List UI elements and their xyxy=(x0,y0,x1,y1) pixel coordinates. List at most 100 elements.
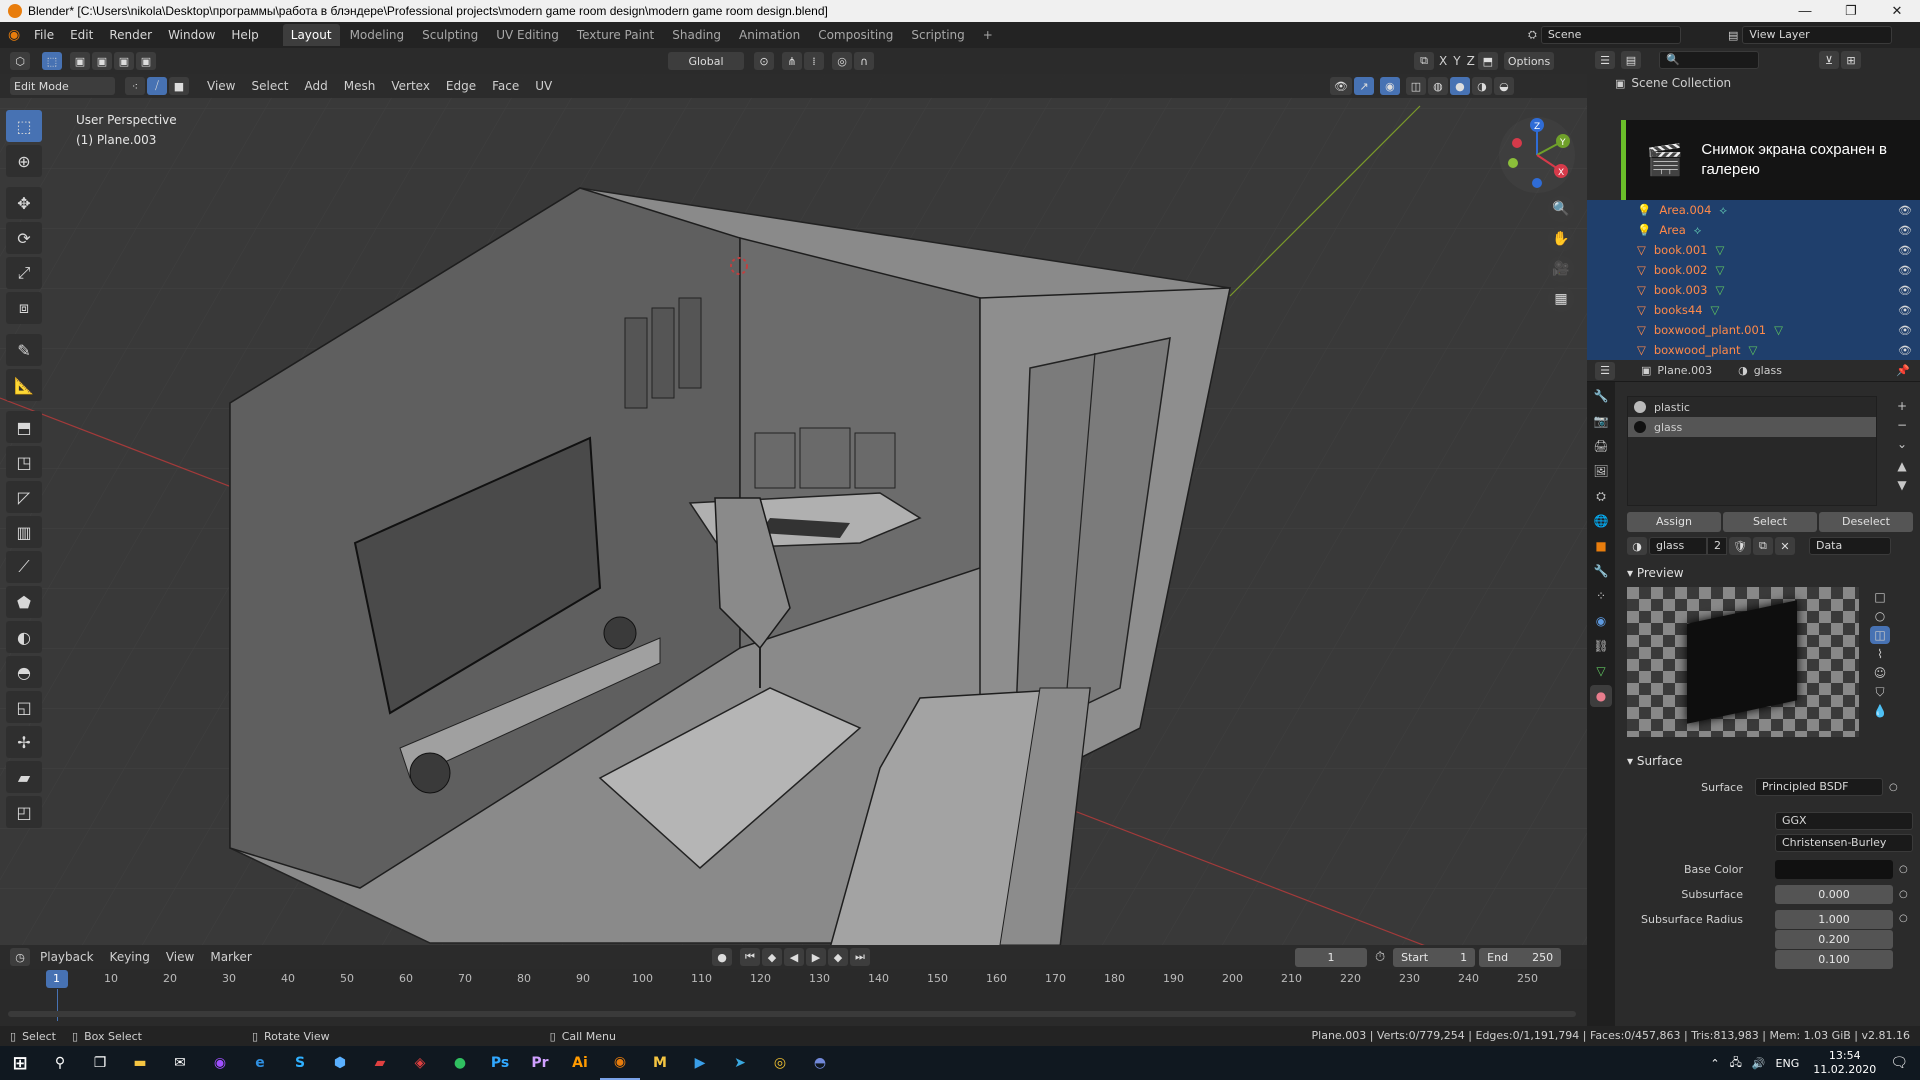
preview-section-header[interactable]: ▾ Preview xyxy=(1627,562,1684,584)
remove-slot-icon[interactable]: − xyxy=(1893,416,1911,434)
illustrator-icon[interactable]: Ai xyxy=(560,1046,600,1080)
wireframe-shading-icon[interactable]: ◍ xyxy=(1427,77,1448,95)
sketchup-icon[interactable]: S xyxy=(280,1046,320,1080)
object-tab-icon[interactable]: ■ xyxy=(1590,535,1612,557)
green-app-icon[interactable]: ● xyxy=(440,1046,480,1080)
add-slot-icon[interactable]: + xyxy=(1893,397,1911,415)
new-collection-icon[interactable]: ⊞ xyxy=(1841,51,1861,69)
eye-icon[interactable]: 👁 xyxy=(1898,264,1912,277)
scene-tab-icon[interactable]: ⛭ xyxy=(1590,485,1612,507)
tab-compositing[interactable]: Compositing xyxy=(810,24,901,46)
editor-type-icon[interactable]: ⬡ xyxy=(10,52,30,70)
language-indicator[interactable]: ENG xyxy=(1776,1057,1800,1070)
output-tab-icon[interactable]: 🖨 xyxy=(1590,435,1612,457)
eye-icon[interactable]: 👁 xyxy=(1898,304,1912,317)
outliner-item[interactable]: ▽ book.002 ▽ 👁 xyxy=(1587,260,1920,280)
transform-icon[interactable]: ⧈ xyxy=(6,292,42,324)
blender-menu-icon[interactable]: ◉ xyxy=(0,27,26,43)
rip-region-icon[interactable]: ◰ xyxy=(6,796,42,828)
tool-tab-icon[interactable]: 🔧 xyxy=(1590,385,1612,407)
outliner-panel[interactable]: ☰ ▤ 🔍 ⊻ ⊞ ▣ Scene Collection 🎬 Снимок эк… xyxy=(1587,48,1920,360)
options-dropdown[interactable]: Options xyxy=(1503,52,1555,70)
select-button[interactable]: Select xyxy=(1723,512,1817,532)
play-reverse-icon[interactable]: ◀ xyxy=(784,948,804,966)
network-icon[interactable]: 🖧 xyxy=(1730,1054,1742,1073)
pin-icon[interactable]: 📌 xyxy=(1896,364,1910,377)
scale-icon[interactable]: ⤢ xyxy=(6,257,42,289)
discord-icon[interactable]: ◓ xyxy=(800,1046,840,1080)
eye-icon[interactable]: 👁 xyxy=(1898,324,1912,337)
base-color-socket-icon[interactable]: ○ xyxy=(1899,864,1908,875)
shear-icon[interactable]: ▰ xyxy=(6,761,42,793)
outliner-item[interactable]: ▽ book.001 ▽ 👁 xyxy=(1587,240,1920,260)
outliner-item[interactable]: 💡 Area.004 ⟡ 👁 xyxy=(1587,200,1920,220)
surface-shader-field[interactable]: Principled BSDF xyxy=(1755,778,1883,796)
scene-field[interactable]: Scene xyxy=(1540,26,1681,44)
view-layer-tab-icon[interactable]: 🖼 xyxy=(1590,460,1612,482)
telegram-icon[interactable]: ➤ xyxy=(720,1046,760,1080)
snap-grid-icon[interactable]: ⁞ xyxy=(804,52,824,70)
select-box-icon[interactable]: ⬚ xyxy=(6,110,42,142)
cursor-icon[interactable]: ⊕ xyxy=(6,145,42,177)
move-icon[interactable]: ✥ xyxy=(6,187,42,219)
pan-hand-icon[interactable]: ✋ xyxy=(1548,226,1574,252)
material-tab-icon[interactable]: ● xyxy=(1590,685,1612,707)
bevel-icon[interactable]: ◸ xyxy=(6,481,42,513)
windows-start-icon[interactable]: ⊞ xyxy=(0,1046,40,1080)
subsurface-radius-z[interactable]: 0.100 xyxy=(1775,950,1893,969)
proportional-edit-icon[interactable]: ◎ xyxy=(832,52,852,70)
blender-taskbar-icon[interactable]: ◉ xyxy=(600,1046,640,1080)
xray-icon[interactable]: ◫ xyxy=(1405,77,1426,95)
mirror-icon[interactable]: ⧉ xyxy=(1414,52,1434,70)
view-layer-selector[interactable]: ▤ View Layer xyxy=(1728,26,1893,44)
tab-uv-editing[interactable]: UV Editing xyxy=(488,24,567,46)
browse-material-icon[interactable]: ◑ xyxy=(1627,537,1647,555)
slot-menu-icon[interactable]: ⌄ xyxy=(1893,435,1911,453)
material-name-field[interactable]: glass xyxy=(1649,537,1707,555)
menu-vertex[interactable]: Vertex xyxy=(383,79,438,93)
tab-shading[interactable]: Shading xyxy=(664,24,729,46)
visibility-icon[interactable]: 👁 xyxy=(1330,77,1352,95)
select-extend-icon[interactable]: ▣ xyxy=(92,52,112,70)
link-dropdown[interactable]: Data xyxy=(1808,537,1891,555)
view-layer-field[interactable]: View Layer xyxy=(1742,26,1893,44)
modifier-tab-icon[interactable]: 🔧 xyxy=(1590,560,1612,582)
tab-scripting[interactable]: Scripting xyxy=(903,24,972,46)
volume-icon[interactable]: 🔊 xyxy=(1752,1057,1766,1070)
fake-user-icon[interactable]: 🛡 xyxy=(1729,537,1751,555)
subsurface-radius-x[interactable]: 1.000 xyxy=(1775,910,1893,929)
timeline-ruler[interactable]: 1 10 20 30 40 50 60 70 80 90 100 110 120… xyxy=(0,969,1587,989)
menu-uv[interactable]: UV xyxy=(527,79,560,93)
premiere-icon[interactable]: Pr xyxy=(520,1046,560,1080)
solid-shading-icon[interactable]: ● xyxy=(1449,77,1470,95)
menu-edit[interactable]: Edit xyxy=(62,28,101,42)
search-icon[interactable]: ⚲ xyxy=(40,1046,80,1080)
outliner-search-input[interactable]: 🔍 xyxy=(1659,51,1759,69)
move-down-icon[interactable]: ▼ xyxy=(1893,476,1911,494)
clock[interactable]: 13:54 11.02.2020 xyxy=(1813,1049,1876,1077)
shrink-fatten-icon[interactable]: ✢ xyxy=(6,726,42,758)
smooth-icon[interactable]: ◓ xyxy=(6,656,42,688)
material-shading-icon[interactable]: ◑ xyxy=(1471,77,1492,95)
outliner-item[interactable]: 💡 Area ⟡ 👁 xyxy=(1587,220,1920,240)
measure-icon[interactable]: 📐 xyxy=(6,369,42,401)
screenshot-toast[interactable]: 🎬 Снимок экрана сохранен в галерею xyxy=(1621,120,1920,200)
prev-keyframe-icon[interactable]: ◆ xyxy=(762,948,782,966)
context-material[interactable]: glass xyxy=(1754,364,1782,377)
context-object[interactable]: Plane.003 xyxy=(1657,364,1712,377)
tab-layout[interactable]: Layout xyxy=(282,24,340,46)
menu-help[interactable]: Help xyxy=(223,28,266,42)
snap-icon[interactable]: ⋔ xyxy=(782,52,802,70)
surface-section-header[interactable]: ▾ Surface xyxy=(1627,750,1683,772)
rotate-icon[interactable]: ⟳ xyxy=(6,222,42,254)
distribution-dropdown[interactable]: GGX xyxy=(1775,812,1913,830)
outliner-editor-type-icon[interactable]: ☰ xyxy=(1595,51,1615,69)
user-count[interactable]: 2 xyxy=(1707,537,1727,555)
particles-tab-icon[interactable]: ⁘ xyxy=(1590,585,1612,607)
menu-edge[interactable]: Edge xyxy=(438,79,484,93)
scene-collection-row[interactable]: ▣ Scene Collection xyxy=(1587,72,1920,94)
timeline-editor[interactable]: ◷ Playback Keying View Marker ● ⏮ ◆ ◀ ▶ … xyxy=(0,945,1587,1028)
move-up-icon[interactable]: ▲ xyxy=(1893,457,1911,475)
subsurface-method-dropdown[interactable]: Christensen-Burley xyxy=(1775,834,1913,852)
select-subtract-icon[interactable]: ▣ xyxy=(114,52,134,70)
